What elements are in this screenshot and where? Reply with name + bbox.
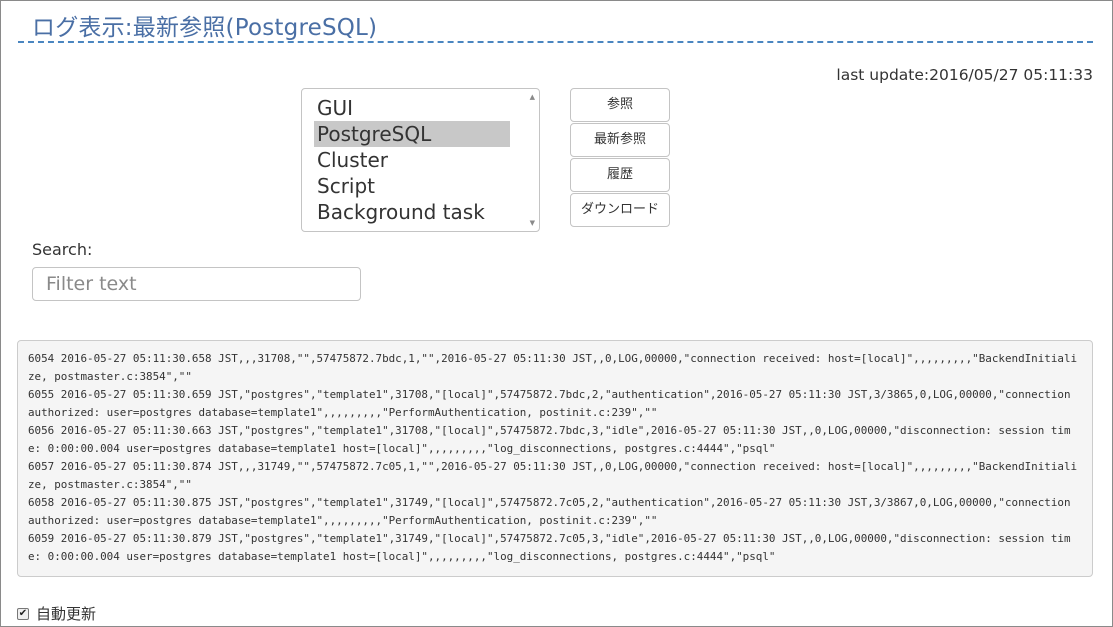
- log-line: 6055 2016-05-27 05:11:30.659 JST,"postgr…: [28, 388, 1078, 419]
- log-line: 6058 2016-05-27 05:11:30.875 JST,"postgr…: [28, 496, 1078, 527]
- auto-refresh-control[interactable]: ✔ 自動更新: [17, 603, 96, 624]
- log-line: 6056 2016-05-27 05:11:30.663 JST,"postgr…: [28, 424, 1071, 455]
- scroll-up-arrow-icon[interactable]: ▲: [530, 93, 535, 101]
- log-line: 6054 2016-05-27 05:11:30.658 JST,,,31708…: [28, 352, 1078, 383]
- browse-button[interactable]: 参照: [570, 88, 670, 122]
- download-button[interactable]: ダウンロード: [570, 193, 670, 227]
- log-line: 6059 2016-05-27 05:11:30.879 JST,"postgr…: [28, 532, 1071, 563]
- log-type-option-cluster[interactable]: Cluster: [314, 147, 510, 173]
- log-line: 6057 2016-05-27 05:11:30.874 JST,,,31749…: [28, 460, 1078, 491]
- log-output: 6054 2016-05-27 05:11:30.658 JST,,,31708…: [17, 340, 1093, 577]
- auto-refresh-label: 自動更新: [36, 605, 97, 623]
- search-label: Search:: [32, 240, 93, 259]
- last-update-text: last update:2016/05/27 05:11:33: [836, 66, 1093, 84]
- log-type-option-script[interactable]: Script: [314, 173, 510, 199]
- log-type-option-gui[interactable]: GUI: [314, 95, 510, 121]
- log-type-option-background-task[interactable]: Background task: [314, 199, 510, 225]
- auto-refresh-checkbox[interactable]: ✔: [17, 607, 29, 620]
- history-button[interactable]: 履歴: [570, 158, 670, 192]
- scroll-down-arrow-icon[interactable]: ▼: [530, 219, 535, 227]
- search-input[interactable]: [32, 267, 361, 301]
- latest-browse-button[interactable]: 最新参照: [570, 123, 670, 157]
- log-type-listbox[interactable]: GUI PostgreSQL Cluster Script Background…: [301, 88, 540, 232]
- page-title: ログ表示:最新参照(PostgreSQL): [32, 15, 378, 41]
- log-type-option-postgresql[interactable]: PostgreSQL: [314, 121, 510, 147]
- title-divider: [18, 41, 1093, 43]
